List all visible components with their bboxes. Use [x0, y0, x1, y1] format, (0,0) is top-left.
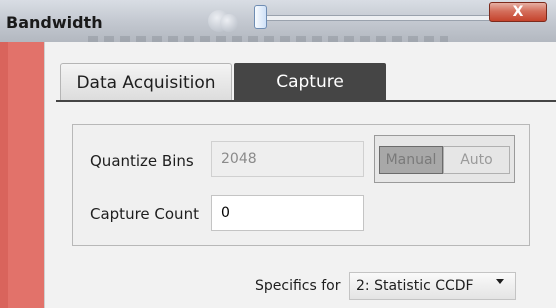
specifics-for-select[interactable]: 2: Statistic CCDF	[349, 272, 516, 300]
close-icon: X	[512, 4, 524, 20]
window-title: Bandwidth	[6, 13, 103, 32]
capture-count-label: Capture Count	[90, 205, 199, 223]
title-bar[interactable]: Bandwidth X	[0, 0, 556, 42]
chevron-down-icon	[496, 279, 504, 284]
specifics-for-label: Specifics for	[255, 278, 341, 294]
capture-count-field[interactable]: 0	[211, 195, 364, 231]
transparency-slider-thumb[interactable]	[254, 5, 267, 29]
quantize-bins-field[interactable]: 2048	[211, 141, 364, 177]
tab-capture[interactable]: Capture	[234, 63, 386, 101]
tab-data-acquisition[interactable]: Data Acquisition	[60, 63, 232, 101]
manual-button[interactable]: Manual	[379, 146, 443, 174]
left-accent-strip-edge	[0, 42, 8, 308]
transparency-slider-track[interactable]	[262, 15, 500, 21]
tab-underline	[56, 100, 556, 102]
auto-button[interactable]: Auto	[443, 146, 510, 174]
close-button[interactable]: X	[489, 2, 547, 22]
quantize-bins-label: Quantize Bins	[90, 152, 194, 170]
bubble-icon	[220, 14, 238, 32]
